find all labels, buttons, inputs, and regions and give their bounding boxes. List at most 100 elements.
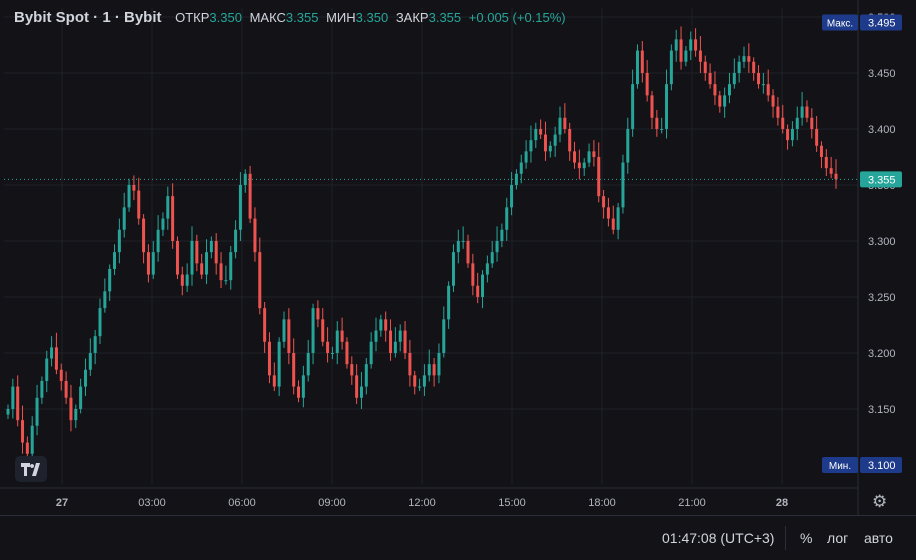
x-tick-label: 18:00 xyxy=(588,497,616,509)
candle-body xyxy=(781,117,785,129)
candle-body xyxy=(635,50,639,85)
candle-body xyxy=(229,252,233,281)
candle-body xyxy=(766,84,770,96)
log-scale-button[interactable]: лог xyxy=(827,530,848,546)
close-value: 3.355 xyxy=(428,10,462,25)
candle-body xyxy=(810,117,814,129)
high-label: МАКС xyxy=(249,10,286,25)
candle-body xyxy=(156,229,160,253)
candle-body xyxy=(742,56,746,62)
candle-body xyxy=(829,168,833,174)
x-tick-label: 21:00 xyxy=(678,497,706,509)
marker-value: 3.355 xyxy=(868,174,896,186)
candle-body xyxy=(297,386,301,398)
candle-body xyxy=(655,117,659,129)
candle-body xyxy=(195,240,199,264)
candle-body xyxy=(40,380,44,398)
low-value: 3.350 xyxy=(355,10,389,25)
candle-body xyxy=(558,117,562,135)
candle-body xyxy=(335,330,339,353)
candle-body xyxy=(795,117,799,129)
auto-scale-button[interactable]: авто xyxy=(864,530,893,546)
candle-body xyxy=(301,375,305,398)
bottom-toolbar: 01:47:08 (UTC+3) % лог авто xyxy=(0,515,916,560)
candle-body xyxy=(776,106,780,118)
candle-body xyxy=(413,375,417,387)
candle-body xyxy=(640,50,644,73)
candle-body xyxy=(708,72,712,85)
candle-body xyxy=(727,84,731,96)
time-axis[interactable]: 27 03:00 06:00 09:00 12:00 15:00 18:00 21:00 28 xyxy=(56,497,788,509)
candle-body xyxy=(253,218,257,253)
candle-body xyxy=(350,364,354,376)
candle-body xyxy=(602,196,606,208)
x-tick-label: 06:00 xyxy=(228,497,256,509)
candle-body xyxy=(568,128,572,152)
candle-body xyxy=(161,218,165,230)
candle-body xyxy=(369,341,373,365)
candle-body xyxy=(16,386,20,421)
candle-body xyxy=(587,151,591,163)
candle-body xyxy=(485,263,489,275)
candle-body xyxy=(74,408,78,421)
candle-body xyxy=(389,330,393,353)
candle-body xyxy=(611,218,615,230)
candle-body xyxy=(616,207,620,230)
candle-body xyxy=(437,352,441,376)
candle-body xyxy=(35,397,39,426)
candle-body xyxy=(698,50,702,62)
candle-body xyxy=(703,61,707,73)
candle-body xyxy=(175,240,179,275)
candle-body xyxy=(650,95,654,118)
price-chart[interactable]: 3.1503.2003.2503.3003.3503.4003.4503.500… xyxy=(0,0,916,515)
candle-body xyxy=(103,291,107,309)
candle-body xyxy=(597,156,601,197)
tradingview-logo-icon[interactable] xyxy=(15,456,47,482)
candle-body xyxy=(747,56,751,62)
candle-body xyxy=(626,128,630,163)
candle-body xyxy=(122,207,126,230)
candle-body xyxy=(132,184,136,191)
low-label: МИН xyxy=(326,10,356,25)
x-tick-label: 15:00 xyxy=(498,497,526,509)
candle-body xyxy=(398,330,402,342)
candle-body xyxy=(418,386,422,388)
candle-body xyxy=(277,341,281,387)
candle-body xyxy=(127,184,131,208)
candle-body xyxy=(83,369,87,387)
candle-body xyxy=(660,128,664,130)
candle-body xyxy=(790,128,794,141)
candle-body xyxy=(689,39,693,51)
candle-body xyxy=(606,207,610,219)
candle-body xyxy=(534,128,538,141)
candle-body xyxy=(771,95,775,107)
candle-body xyxy=(6,408,10,415)
candle-body xyxy=(645,72,649,96)
candle-body xyxy=(563,117,567,129)
candle-body xyxy=(393,341,397,353)
price-axis[interactable]: 3.1503.2003.2503.3003.3503.4003.4503.500… xyxy=(822,12,902,473)
x-tick-label: 27 xyxy=(56,497,68,509)
candle-body xyxy=(311,308,315,353)
percent-scale-button[interactable]: % xyxy=(800,530,812,546)
clock[interactable]: 01:47:08 (UTC+3) xyxy=(662,530,774,546)
candle-body xyxy=(461,240,465,242)
candle-body xyxy=(592,151,596,157)
candle-body xyxy=(50,347,54,359)
candle-body xyxy=(456,240,460,253)
settings-gear-icon[interactable]: ⚙ xyxy=(872,492,887,512)
candle-body xyxy=(761,84,765,86)
candle-body xyxy=(171,196,175,241)
candle-body xyxy=(117,229,121,253)
candle-body xyxy=(98,308,102,337)
candle-body xyxy=(573,151,577,163)
marker-value: 3.100 xyxy=(868,460,896,472)
candle-body xyxy=(200,263,204,275)
symbol-title[interactable]: Bybit Spot · 1 · Bybit xyxy=(14,9,162,26)
candle-body xyxy=(834,173,838,180)
candle-body xyxy=(582,162,586,169)
candle-body xyxy=(752,61,756,73)
candle-body xyxy=(471,263,475,286)
candle-body xyxy=(800,106,804,118)
candle-body xyxy=(180,274,184,286)
